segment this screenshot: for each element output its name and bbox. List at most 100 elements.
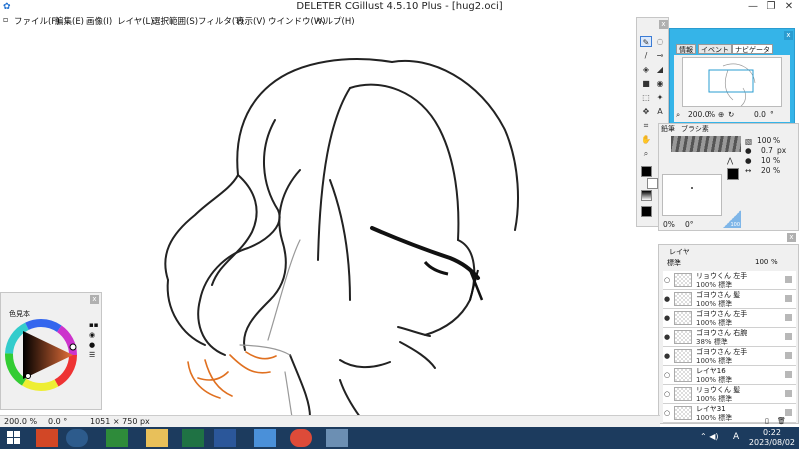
layer-row[interactable]: ○ リョウくん 髪 100% 標準 [663,385,796,404]
store-icon[interactable] [106,429,128,447]
navigator-thumbnail[interactable] [682,57,782,107]
fill-tool-icon[interactable]: ■ [640,78,652,89]
layer-row[interactable]: ● ゴヨウさん 左手 100% 標準 [663,309,796,328]
menu-selection[interactable]: 選択範囲(S) [152,15,198,27]
nav-zoom-out-icon[interactable]: ⌕ [676,110,680,120]
lock-icon[interactable] [785,295,792,302]
tab-navigator[interactable]: ナビゲータ [732,44,773,54]
new-layer-icon[interactable]: ▯ [765,417,769,425]
layer-row[interactable]: ○ レイヤ16 100% 標準 [663,366,796,385]
gray-swatch[interactable] [641,190,652,201]
brush-tool-icon[interactable]: / [640,50,652,61]
tab-event[interactable]: イベント [698,44,732,54]
doc-icon[interactable]: ▫ [3,15,8,24]
excel-icon[interactable] [182,429,204,447]
crop-tool-icon[interactable]: ⌗ [640,120,652,131]
eye-hidden-icon[interactable]: ○ [664,409,672,417]
start-icon[interactable] [6,429,28,447]
menu-edit[interactable]: 編集(E) [55,15,84,27]
brush-size-value[interactable]: 0.7 [761,146,773,155]
minimize-button[interactable]: — [746,1,760,13]
lock-icon[interactable] [785,352,792,359]
layer-blend-mode[interactable]: 標準 [667,258,681,268]
pen-tool-icon[interactable]: ✎ [640,36,652,47]
lock-icon[interactable] [785,333,792,340]
nav-zoom-in-icon[interactable]: ⊕ [718,110,724,119]
layer-row[interactable]: ● ゴヨウさん 左手 100% 標準 [663,347,796,366]
brush-color-swatch[interactable] [727,168,739,180]
text-tool-icon[interactable]: A [654,106,666,117]
nav-zoom-value[interactable]: 200.0 [688,110,709,119]
eye-icon[interactable]: ● [664,352,672,360]
color-dot-icon[interactable]: ● [89,341,95,349]
mask-swatch[interactable] [641,206,652,217]
eye-icon[interactable]: ● [664,314,672,322]
brush-lower-percent[interactable]: 0% [663,220,675,229]
brush-lower-angle[interactable]: 0° [685,220,694,229]
capture-icon[interactable] [254,429,276,447]
color-menu-icon[interactable]: ☰ [89,351,95,359]
lock-icon[interactable] [785,371,792,378]
zoom-tool-icon[interactable]: ⌕ [640,148,652,159]
foreground-color-swatch[interactable] [641,166,652,177]
ime-indicator[interactable]: A [733,432,739,442]
word-icon[interactable] [214,429,236,447]
eye-hidden-icon[interactable]: ○ [664,276,672,284]
nav-rotate-icon[interactable]: ↻ [728,110,734,119]
menu-help[interactable]: ヘルプ(H) [316,15,355,27]
clock[interactable]: 0:22 2023/08/02 [749,428,795,448]
layer-row[interactable]: ○ リョウくん 左手 100% 標準 [663,271,796,290]
layer-close-icon[interactable]: x [787,233,796,242]
layer-row[interactable]: ● ゴヨウさん 髪 100% 標準 [663,290,796,309]
layer-opacity-value[interactable]: 100 [755,258,768,266]
cgillust-icon[interactable] [326,429,348,447]
color-panel-close-icon[interactable]: x [90,295,99,304]
tab-brush-material[interactable]: ブラシ素 [681,125,709,133]
lock-icon[interactable] [785,314,792,321]
brush-opacity-value[interactable]: 100 [757,136,771,145]
menu-file[interactable]: ファイル(F) [14,15,60,27]
brush-density-value[interactable]: 10 [761,156,771,165]
nav-rotation-value[interactable]: 0.0 [754,110,766,119]
eye-hidden-icon[interactable]: ○ [664,371,672,379]
delete-layer-icon[interactable]: 🗑 [777,417,786,425]
brush-texture-strip[interactable] [671,136,741,152]
lock-icon[interactable] [785,409,792,416]
hand-tool-icon[interactable]: ✋ [640,134,652,145]
navigator-close-icon[interactable]: x [784,31,793,40]
brush-spacing-value[interactable]: 20 [761,166,771,175]
lock-icon[interactable] [785,276,792,283]
maximize-button[interactable]: ❐ [764,1,778,13]
chrome-icon[interactable] [290,429,312,447]
brush-pressure-graph[interactable]: 100 [723,210,741,228]
tab-info[interactable]: 情報 [676,44,696,54]
layer-row[interactable]: ● ゴヨウさん 右腕 38% 標準 [663,328,796,347]
menu-image[interactable]: 画像(I) [86,15,112,27]
eye-icon[interactable]: ● [664,295,672,303]
color-mode-icon[interactable]: ▪▪ [89,321,99,329]
powerpoint-icon[interactable] [36,429,58,447]
menu-view[interactable]: 表示(V) [236,15,265,27]
tray-icons[interactable]: ⌃ ◀) [700,432,719,441]
bucket-tool-icon[interactable]: ◉ [654,78,666,89]
color-wheel[interactable] [3,317,89,403]
move-tool-icon[interactable]: ✥ [640,106,652,117]
tool-palette-close-icon[interactable]: x [659,20,668,29]
eye-hidden-icon[interactable]: ○ [664,390,672,398]
close-button[interactable]: ✕ [782,1,796,13]
background-color-swatch[interactable] [647,178,658,189]
gradient-tool-icon[interactable]: ◢ [654,64,666,75]
eraser-tool-icon[interactable]: ◈ [640,64,652,75]
tab-layer[interactable]: レイヤ [669,247,690,257]
stroke-curve-icon[interactable]: ⋀ [727,156,733,165]
tab-pencil[interactable]: 鉛筆 [661,125,675,133]
explorer-icon[interactable] [146,429,168,447]
lasso-tool-icon[interactable]: ◌ [654,36,666,47]
media-icon[interactable] [66,429,88,447]
eyedropper-tool-icon[interactable]: ⊸ [654,50,666,61]
lock-icon[interactable] [785,390,792,397]
eye-icon[interactable]: ● [664,333,672,341]
menu-layer[interactable]: レイヤ(L) [117,15,154,27]
magic-wand-tool-icon[interactable]: ✦ [654,92,666,103]
select-rect-tool-icon[interactable]: ⬚ [640,92,652,103]
